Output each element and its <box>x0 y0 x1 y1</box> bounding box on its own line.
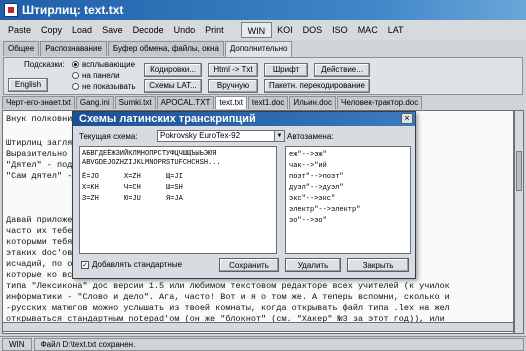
vertical-scrollbar[interactable] <box>514 110 524 334</box>
autochange-item[interactable]: эо"-->эо" <box>289 217 327 225</box>
status-bar: WIN Файл D:\text.txt сохранен. <box>0 336 526 351</box>
mapping-line: Х=KH Ч=CH Ш=SH <box>82 184 183 192</box>
tab-recognition[interactable]: Распознавание <box>40 41 107 56</box>
save-button[interactable]: Save <box>97 22 128 38</box>
doc-tab[interactable]: Ильин.doc <box>289 96 336 109</box>
dialog-close-icon[interactable]: × <box>401 113 413 124</box>
radio-hide[interactable]: не показывать <box>72 82 136 91</box>
radio-on-panel-label: на панели <box>82 71 120 80</box>
window-title: Штирлиц: text.txt <box>22 3 124 17</box>
status-encoding: WIN <box>2 337 32 351</box>
radio-popup-label: всплывающие <box>82 60 136 69</box>
editor-line: информатики - "Слово и дело". Ага, часто… <box>6 292 450 302</box>
autochange-item[interactable]: поэт"-->поэт" <box>289 173 344 181</box>
tab-clipboard-files[interactable]: Буфер обмена, файлы, окна <box>107 41 224 56</box>
save-scheme-button[interactable]: Сохранить <box>219 258 279 272</box>
load-button[interactable]: Load <box>67 22 97 38</box>
print-button[interactable]: Print <box>200 22 229 38</box>
delete-button[interactable]: Удалить <box>285 258 341 272</box>
autochange-item[interactable]: дуэл"-->дуэл" <box>289 184 344 192</box>
encoding-dos-button[interactable]: DOS <box>298 22 328 38</box>
editor-line: -русских матюгов можно услышать из твоей… <box>6 303 450 313</box>
tab-additional[interactable]: Дополнительно <box>224 41 293 57</box>
toolbar: Paste Copy Load Save Decode Undo Print W… <box>0 20 526 40</box>
scheme-select-value: Pokrovsky EuroTex-92 <box>160 131 241 140</box>
english-button[interactable]: English <box>8 78 48 92</box>
add-standard-label: Добавлять стандартные <box>92 260 183 269</box>
scheme-table[interactable]: АБВГДЕЁЖЗИЙКЛМНОПРСТУФЦЧШЩЪЫЬЭЮЯ ABVGDEJ… <box>79 146 277 254</box>
paste-button[interactable]: Paste <box>3 22 36 38</box>
chevron-down-icon[interactable]: ▼ <box>274 131 284 141</box>
doc-tab[interactable]: Sumki.txt <box>114 96 156 109</box>
autochange-list[interactable]: еж"-->эж" чак-->"ий поэт"-->поэт" дуэл"-… <box>285 146 411 254</box>
settings-panel: Подсказки: всплывающие на панели не пока… <box>3 57 523 95</box>
editor-line: Давай приложен <box>6 215 78 225</box>
doc-tab[interactable]: Черт-его-знает.txt <box>2 96 75 109</box>
settings-tabs: Общее Распознавание Буфер обмена, файлы,… <box>0 41 526 57</box>
editor-line: "Дятел" - подр <box>6 160 78 170</box>
encoding-iso-button[interactable]: ISO <box>327 22 353 38</box>
radio-popup[interactable]: всплывающие <box>72 60 135 69</box>
encoding-mac-button[interactable]: MAC <box>353 22 383 38</box>
document-tabs: Черт-его-знает.txt Gang.ini Sumki.txt AP… <box>0 96 526 110</box>
radio-on-panel-dot <box>72 72 79 79</box>
html-to-txt-button[interactable]: Html -> Txt <box>208 63 258 77</box>
radio-hide-dot <box>72 83 79 90</box>
undo-button[interactable]: Undo <box>169 22 201 38</box>
editor-line: "Сам дятел" - <box>6 171 73 181</box>
autochange-item[interactable]: электр"-->электр" <box>289 206 360 214</box>
editor-line: Выразительно с <box>6 149 78 159</box>
autochange-item[interactable]: еж"-->эж" <box>289 151 327 159</box>
alphabet-latin: ABVGDEJOZHZIJKLMNOPRSTUFCHCHSH... <box>82 159 221 167</box>
doc-tab-active[interactable]: text.txt <box>215 96 247 109</box>
dialog-title[interactable]: Схемы латинских транскрипций <box>73 112 415 126</box>
lat-schemes-dialog: Схемы латинских транскрипций × Текущая с… <box>72 111 416 279</box>
close-button[interactable]: Закрыть <box>347 258 409 272</box>
mapping-line: З=ZH Ю=JU Я=JA <box>82 195 183 203</box>
autochange-label: Автозамена: <box>287 132 334 141</box>
app-icon <box>4 3 18 17</box>
font-button[interactable]: Шрифт <box>264 63 308 77</box>
doc-tab[interactable]: Gang.ini <box>75 96 114 109</box>
radio-popup-dot <box>72 61 79 68</box>
editor-line: Внук полковни <box>6 114 73 124</box>
batch-recode-button[interactable]: Пакетн. перекодирование <box>264 79 370 93</box>
checkbox-box[interactable]: ✓ <box>81 260 89 269</box>
hints-label: Подсказки: <box>24 60 65 69</box>
encodings-button[interactable]: Кодировки... <box>144 63 202 77</box>
status-message: Файл D:\text.txt сохранен. <box>33 337 524 351</box>
autochange-item[interactable]: чак-->"ий <box>289 162 327 170</box>
autochange-item[interactable]: экс"-->экс" <box>289 195 335 203</box>
vertical-scroll-thumb[interactable] <box>516 151 522 191</box>
copy-button[interactable]: Copy <box>36 22 67 38</box>
encoding-koi-button[interactable]: KOI <box>272 22 298 38</box>
radio-on-panel[interactable]: на панели <box>72 71 120 80</box>
current-scheme-label: Текущая схема: <box>79 132 138 141</box>
actions-button[interactable]: Действие... <box>314 63 370 77</box>
editor-line: типа "Лексикона" дос версии 1.5 или люби… <box>6 281 450 291</box>
doc-tab[interactable]: text1.doc <box>247 96 289 109</box>
alphabet-cyrillic: АБВГДЕЁЖЗИЙКЛМНОПРСТУФЦЧШЩЪЫЬЭЮЯ <box>82 150 217 158</box>
title-bar[interactable]: Штирлиц: text.txt <box>0 0 526 20</box>
encoding-lat-button[interactable]: LAT <box>383 22 409 38</box>
radio-hide-label: не показывать <box>82 82 136 91</box>
tab-general[interactable]: Общее <box>3 41 40 56</box>
horizontal-scrollbar[interactable] <box>2 322 514 332</box>
manual-button[interactable]: Вручную <box>208 79 258 93</box>
doc-tab[interactable]: Человек-трактор.doc <box>336 96 423 109</box>
editor-line: Штирлиц загля <box>6 138 73 148</box>
decode-button[interactable]: Decode <box>128 22 169 38</box>
app-window: Штирлиц: text.txt Paste Copy Load Save D… <box>0 0 526 351</box>
doc-tab[interactable]: APOCAL.TXT <box>156 96 215 109</box>
mapping-line: Ё=JO Х=ZH Щ=JI <box>82 173 183 181</box>
add-standard-checkbox[interactable]: ✓ Добавлять стандартные <box>81 260 182 269</box>
encoding-win-button[interactable]: WIN <box>240 22 273 38</box>
lat-schemes-button[interactable]: Схемы LAT... <box>144 79 202 93</box>
scheme-select[interactable]: Pokrovsky EuroTex-92 ▼ <box>157 130 285 142</box>
